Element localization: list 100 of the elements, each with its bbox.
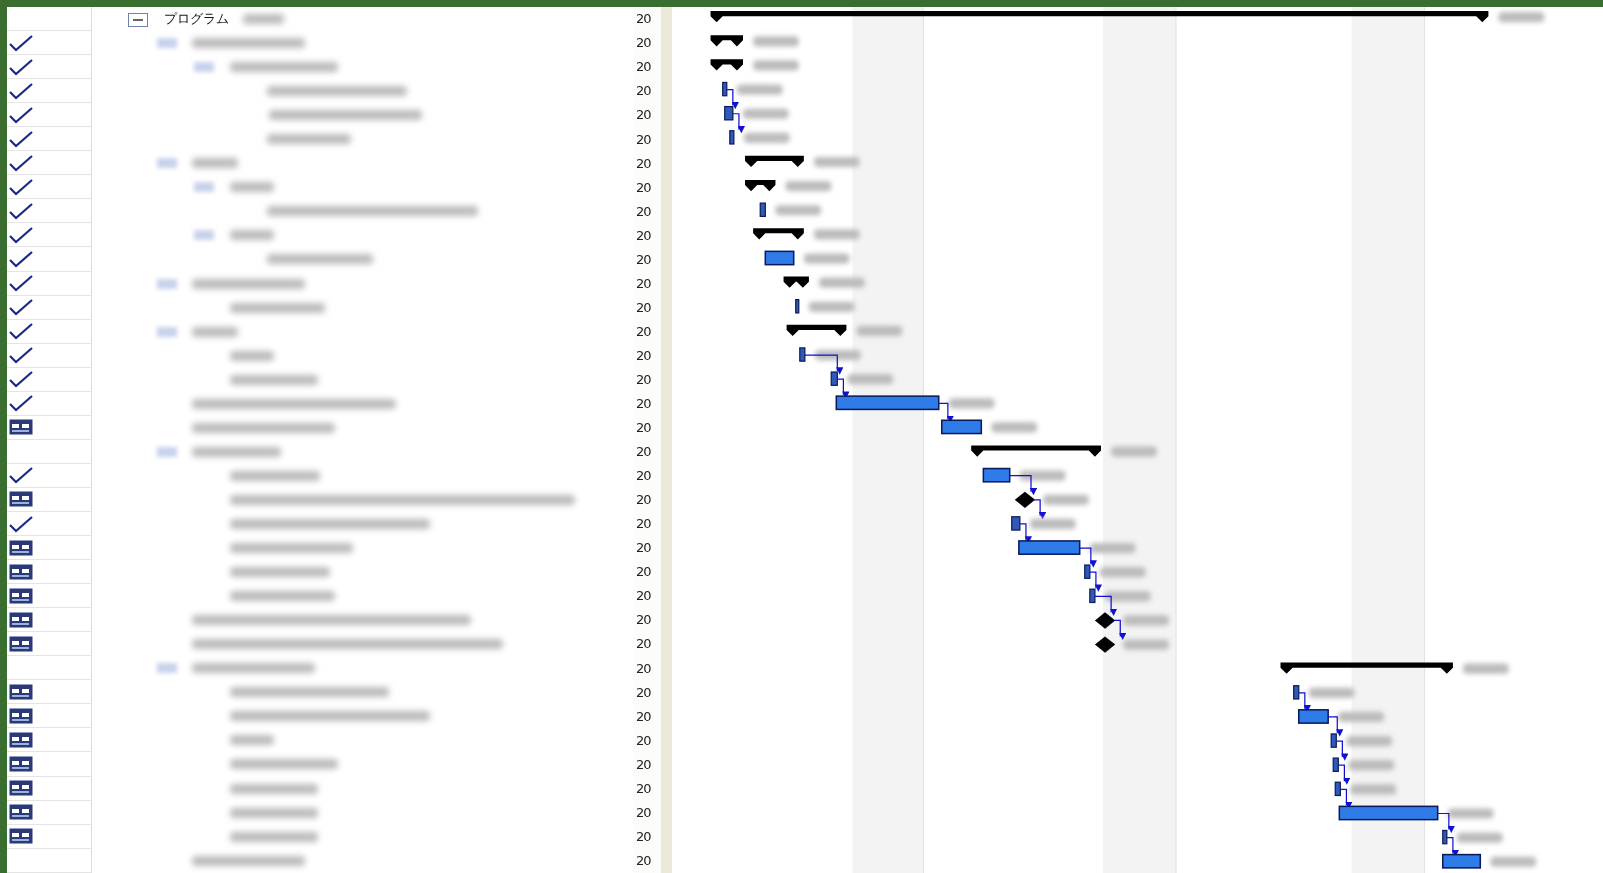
check-icon [9, 201, 33, 220]
dependency-arrow [1033, 499, 1047, 520]
date-cell-text: 20 [636, 611, 651, 630]
task-bar [830, 371, 838, 386]
collapse-icon[interactable] [128, 12, 148, 27]
dependency-arrow [1327, 716, 1344, 737]
date-cell-text: 20 [636, 298, 651, 317]
date-cell-text: 20 [636, 274, 651, 293]
dependency-arrow [1335, 740, 1349, 761]
task-bar [729, 130, 735, 145]
date-cell-text: 20 [636, 346, 651, 365]
check-icon [9, 225, 33, 244]
dependency-arrow [732, 113, 746, 134]
blurred-label [753, 36, 799, 47]
blurred-text [230, 350, 275, 361]
check-icon [9, 105, 33, 124]
check-icon [9, 298, 33, 317]
blurred-icon [156, 663, 177, 674]
check-icon [9, 250, 33, 268]
blurred-label [1490, 856, 1537, 867]
check-icon [9, 466, 33, 485]
blurred-label [815, 349, 861, 361]
blurred-label [847, 374, 894, 385]
dependency-arrow [726, 89, 739, 110]
date-cell-text: 20 [636, 34, 651, 53]
check-icon [9, 322, 33, 341]
date-cell-text: 20 [636, 395, 651, 413]
date-cell-text: 20 [636, 587, 651, 606]
task-bar [1330, 733, 1337, 748]
blurred-label [1348, 760, 1395, 771]
date-cell-text: 20 [636, 515, 651, 534]
dependency-arrow [1339, 788, 1353, 809]
blurred-icon [194, 230, 215, 241]
blurred-label [1463, 663, 1509, 674]
check-icon [9, 177, 33, 196]
blurred-label [753, 60, 799, 71]
milestone-icon [1094, 612, 1116, 629]
date-cell-text: 20 [636, 226, 651, 245]
date-cell-text: 20 [636, 10, 651, 29]
date-cell-text: 20 [636, 106, 651, 125]
task-bar [764, 250, 795, 266]
date-cell-text: 20 [636, 419, 651, 438]
date-cell-text: 20 [636, 250, 651, 269]
date-cell-text: 20 [636, 82, 651, 101]
blurred-text [243, 14, 285, 24]
task-bar [1018, 540, 1081, 555]
check-icon [9, 33, 33, 52]
task-bar [1089, 588, 1096, 604]
task-bar [1298, 709, 1329, 724]
task-bar [1442, 829, 1448, 845]
date-cell-text: 20 [636, 731, 651, 750]
blurred-label [1308, 687, 1355, 698]
dependency-arrow [1094, 595, 1118, 616]
date-cell-text: 20 [636, 803, 651, 822]
summary-bar [710, 35, 743, 47]
dependency-arrow [1089, 571, 1103, 592]
blurred-label [1030, 518, 1076, 530]
check-icon [9, 57, 33, 76]
blurred-icon [156, 38, 177, 49]
milestone-icon [1014, 491, 1036, 508]
check-icon [9, 274, 33, 293]
blurred-label [1123, 615, 1169, 626]
summary-bar [753, 228, 804, 240]
blurred-label [991, 422, 1038, 433]
blurred-label [1100, 567, 1146, 578]
blurred-text [192, 158, 239, 169]
blurred-label [1338, 711, 1384, 723]
blurred-label [775, 205, 822, 216]
date-cell-text: 20 [636, 370, 651, 389]
summary-bar [710, 59, 743, 71]
task-name: プログラム [164, 10, 229, 29]
blurred-icon [156, 326, 177, 337]
task-bar [1442, 853, 1482, 869]
summary-bar [745, 180, 776, 192]
date-cell-text: 20 [636, 202, 651, 221]
blurred-label [808, 301, 855, 312]
dependency-arrow [1009, 475, 1038, 496]
date-cell-text: 20 [636, 827, 651, 846]
date-cell-text: 20 [636, 779, 651, 798]
check-icon [9, 153, 33, 172]
task-bar [1011, 516, 1021, 531]
check-icon [9, 394, 33, 413]
task-bar [1332, 757, 1339, 772]
date-cell-text: 20 [636, 539, 651, 558]
task-bar [1293, 685, 1300, 700]
blurred-label [1043, 494, 1089, 505]
dependency-arrow [1113, 619, 1127, 641]
blurred-label [1019, 470, 1066, 481]
task-bar [722, 81, 728, 97]
blurred-label [1350, 784, 1397, 795]
task-bar [724, 105, 734, 121]
blurred-label [1346, 736, 1393, 747]
date-cell-text: 20 [636, 851, 651, 870]
blurred-icon [194, 62, 215, 73]
blurred-label [1456, 832, 1503, 843]
date-cell-text: 20 [636, 659, 651, 678]
summary-bar [745, 155, 804, 168]
blurred-label [1111, 446, 1157, 457]
check-icon [9, 81, 33, 100]
date-cell-text: 20 [636, 563, 651, 582]
